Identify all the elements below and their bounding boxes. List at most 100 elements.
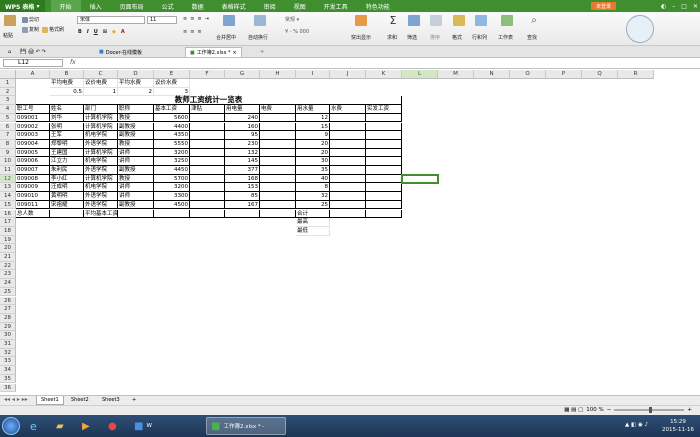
wps-writer-taskbar-button[interactable]: ■ W	[130, 417, 200, 435]
start-button[interactable]	[2, 417, 20, 435]
data-cell[interactable]: 167	[225, 200, 260, 210]
data-cell[interactable]: 32	[296, 192, 330, 201]
data-cell[interactable]: 153	[225, 183, 260, 193]
sheet-tab-3[interactable]: Sheet3	[98, 396, 124, 405]
find-icon[interactable]: ⌕	[528, 15, 540, 26]
row-header[interactable]: 2	[0, 87, 16, 97]
login-button[interactable]: 未登录	[590, 2, 616, 10]
select-all-corner[interactable]	[0, 70, 16, 79]
chrome-taskbar-button[interactable]: ●	[104, 417, 126, 435]
header-cell[interactable]: 用电量	[225, 105, 260, 114]
menu-tab-8[interactable]: 开发工具	[315, 0, 357, 12]
data-cell[interactable]	[330, 113, 366, 123]
data-cell[interactable]: 12	[296, 113, 330, 123]
data-cell[interactable]	[366, 122, 402, 132]
row-header[interactable]: 28	[0, 313, 16, 323]
data-cell[interactable]: 35	[296, 166, 330, 175]
header-cell[interactable]: 实发工资	[366, 105, 402, 114]
row-header[interactable]: 32	[0, 348, 16, 358]
merge-center-button[interactable]: 合并居中	[216, 34, 236, 41]
data-cell[interactable]	[366, 200, 402, 210]
data-cell[interactable]	[330, 192, 366, 201]
data-cell[interactable]: 25	[296, 200, 330, 210]
column-header[interactable]: M	[438, 70, 474, 79]
header-cell[interactable]: 基本工资	[154, 105, 190, 114]
data-cell[interactable]: 机电学院	[84, 157, 118, 166]
sort-icon[interactable]	[430, 15, 442, 26]
data-cell[interactable]: 40	[296, 174, 330, 184]
row-col-icon[interactable]	[475, 15, 487, 26]
wps-sheet-taskbar-button[interactable]: ■ 工作簿2.xlsx * -	[206, 417, 286, 435]
clock[interactable]: 15:29 2015-11-16	[662, 418, 694, 434]
data-cell[interactable]	[190, 200, 225, 210]
row-header[interactable]: 15	[0, 200, 16, 210]
data-cell[interactable]: 132	[225, 148, 260, 158]
row-header[interactable]: 5	[0, 113, 16, 123]
menu-tab-6[interactable]: 审阅	[255, 0, 285, 12]
zoom-out-icon[interactable]: −	[607, 407, 612, 413]
format-painter-button[interactable]: 格式刷	[42, 26, 64, 33]
filter-button[interactable]: 筛选	[407, 34, 417, 41]
menu-tab-4[interactable]: 数据	[183, 0, 213, 12]
align-bottom-icon[interactable]: ≡	[197, 16, 201, 22]
data-cell[interactable]: 8	[296, 183, 330, 193]
row-header[interactable]: 26	[0, 296, 16, 306]
data-cell[interactable]: 95	[225, 131, 260, 140]
minimize-icon[interactable]: –	[672, 3, 675, 10]
data-cell[interactable]: 4350	[154, 131, 190, 140]
data-cell[interactable]	[260, 200, 296, 210]
name-box[interactable]: L12	[3, 59, 63, 67]
cut-button[interactable]: 剪切	[22, 16, 39, 23]
data-cell[interactable]	[330, 166, 366, 175]
zoom-slider[interactable]	[614, 407, 685, 413]
font-size-select[interactable]: 11	[147, 16, 177, 24]
filter-icon[interactable]	[408, 15, 420, 26]
summary-cell[interactable]	[50, 209, 84, 219]
data-cell[interactable]: 009007	[16, 166, 50, 175]
data-cell[interactable]	[260, 122, 296, 132]
italic-icon[interactable]: I	[87, 29, 89, 35]
wrap-text-button[interactable]: 自动换行	[248, 34, 268, 41]
sort-button[interactable]: 排序	[430, 34, 440, 41]
skin-icon[interactable]: ◐	[661, 3, 666, 10]
menu-tab-9[interactable]: 特色功能	[357, 0, 399, 12]
menu-tab-1[interactable]: 插入	[81, 0, 111, 12]
header-cell[interactable]: 部门	[84, 105, 118, 114]
data-cell[interactable]	[190, 131, 225, 140]
data-cell[interactable]: 讲师	[118, 192, 154, 201]
header-cell[interactable]: 用水量	[296, 105, 330, 114]
summary-cell[interactable]: 合计	[296, 209, 330, 219]
data-cell[interactable]: 江立力	[50, 157, 84, 166]
data-cell[interactable]: 刘华	[50, 113, 84, 123]
row-header[interactable]: 22	[0, 261, 16, 271]
border-icon[interactable]: ⊞	[103, 29, 107, 35]
summary-label-cell[interactable]: 最高	[296, 218, 330, 227]
data-cell[interactable]	[260, 131, 296, 140]
row-header[interactable]: 27	[0, 305, 16, 314]
formula-input[interactable]	[84, 59, 684, 67]
sheet-tab-2[interactable]: Sheet2	[67, 396, 93, 405]
data-cell[interactable]: 讲师	[118, 157, 154, 166]
data-cell[interactable]	[190, 139, 225, 149]
summary-label-cell[interactable]: 最低	[296, 226, 330, 236]
sum-icon[interactable]: Σ	[387, 15, 399, 26]
param-value-cell[interactable]: 1	[84, 87, 118, 97]
paste-button[interactable]: 粘贴	[3, 32, 13, 39]
data-cell[interactable]: 黄明明	[50, 192, 84, 201]
param-value-cell[interactable]: 2	[118, 87, 154, 97]
data-cell[interactable]: 5550	[154, 139, 190, 149]
header-cell[interactable]: 电费	[260, 105, 296, 114]
system-tray[interactable]: ▲ ◧ ◉ ♪	[625, 422, 648, 428]
row-header[interactable]: 20	[0, 244, 16, 253]
data-cell[interactable]: 4500	[154, 200, 190, 210]
data-cell[interactable]: 3250	[154, 157, 190, 166]
menu-tab-5[interactable]: 表格样式	[213, 0, 255, 12]
paste-icon[interactable]	[4, 15, 16, 26]
data-cell[interactable]: 机电学院	[84, 131, 118, 140]
data-cell[interactable]	[366, 174, 402, 184]
data-cell[interactable]: 30	[296, 157, 330, 166]
data-cell[interactable]: 王军	[50, 131, 84, 140]
data-cell[interactable]: 副教授	[118, 131, 154, 140]
data-cell[interactable]	[330, 122, 366, 132]
data-cell[interactable]	[330, 139, 366, 149]
